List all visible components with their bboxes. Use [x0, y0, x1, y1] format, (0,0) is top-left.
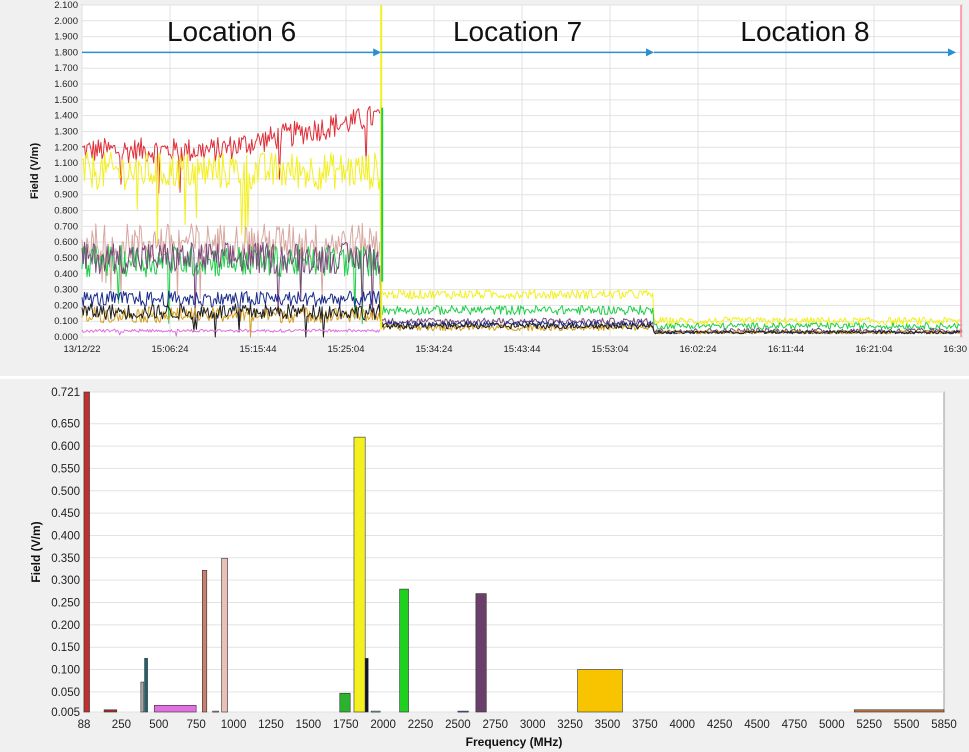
chart-b-bar [140, 681, 145, 713]
chart-a-y-tick-label: 0.600 [54, 237, 78, 248]
chart-a-y-axis-label: Field (V/m) [29, 143, 41, 200]
chart-a-y-tick-label: 1.100 [54, 158, 78, 169]
chart-a-x-tick-label: 15:25:04 [328, 344, 365, 355]
chart-b-x-axis-label: Frequency (MHz) [466, 735, 563, 749]
chart-b-y-tick-label: 0.100 [51, 665, 80, 677]
chart-b-x-tick-label: 4250 [707, 719, 733, 731]
chart-a-x-tick-label: 15:53:04 [592, 344, 629, 355]
chart-b-bar [577, 669, 623, 713]
chart-a-x-tick-label: 16:11:44 [768, 344, 804, 355]
chart-b-x-tick-label: 4000 [669, 719, 695, 731]
chart-b-y-tick-label: 0.400 [51, 530, 80, 542]
chart-b-y-tick-label: 0.300 [51, 575, 80, 587]
chart-a-y-tick-label: 0.500 [54, 253, 78, 264]
chart-b-x-tick-label: 4500 [744, 719, 770, 731]
chart-b-y-tick-label: 0.050 [51, 687, 80, 699]
chart-b-x-tick-label: 3250 [557, 719, 583, 731]
chart-b-bar [144, 658, 148, 713]
chart-b-x-tick-label: 3000 [520, 719, 546, 731]
chart-b-bar [475, 593, 487, 713]
chart-b-bar [399, 588, 409, 713]
chart-b-x-tick-label: 5000 [819, 719, 845, 731]
chart-b-bar [202, 570, 208, 713]
chart-a-x-tick-label: 16:21:04 [856, 344, 893, 355]
chart-a-x-tick-label: 15:34:24 [416, 344, 453, 355]
chart-b-y-tick-label: 0.150 [51, 642, 80, 654]
chart-b-bar [364, 658, 369, 713]
chart-b-bar [339, 692, 351, 713]
chart-b-y-tick-label: 0.250 [51, 598, 80, 610]
chart-b-bar [83, 391, 90, 713]
chart-b-bar [353, 436, 366, 713]
chart-a-y-tick-label: 1.400 [54, 111, 78, 122]
chart-a-y-tick-label: 1.000 [54, 174, 78, 185]
chart-b-plot-area [83, 391, 945, 713]
chart-b-x-tick-label: 2750 [483, 719, 509, 731]
chart-a-location-label: Location 7 [453, 16, 582, 47]
chart-b-y-tick-label: 0.350 [51, 553, 80, 565]
chart-a-y-tick-label: 1.600 [54, 79, 78, 90]
chart-a-x-tick-label: 16:30 [943, 344, 967, 355]
chart-a-time-series: 0.000 0.100 0.200 0.300 0.400 0.500 0.600 0.700… [0, 0, 969, 752]
chart-a-y-tick-label: 0.400 [54, 269, 78, 280]
chart-b-bar [153, 704, 197, 713]
chart-b-x-tick-label: 3750 [632, 719, 658, 731]
chart-a-location-label: Location 8 [740, 16, 869, 47]
chart-b-bar [212, 710, 219, 713]
chart-b-x-tick-label: 4750 [782, 719, 808, 731]
chart-a-y-tick-label: 0.300 [54, 285, 78, 296]
chart-b-x-tick-label: 5250 [856, 719, 882, 731]
chart-a-y-tick-label: 0.000 [54, 332, 78, 343]
chart-b-y-tick-label: 0.550 [51, 463, 80, 475]
chart-b-x-tick-label: 1000 [221, 719, 247, 731]
chart-b-x-tick-label: 2500 [445, 719, 471, 731]
chart-a-y-tick-label: 1.300 [54, 126, 78, 137]
chart-a-y-tick-label: 2.000 [54, 16, 78, 27]
chart-b-bar [457, 710, 469, 713]
chart-b-x-tick-label: 5850 [931, 719, 957, 731]
chart-a-x-tick-label: 15:43:44 [504, 344, 541, 355]
chart-a-x-tick-label: 15:15:44 [240, 344, 277, 355]
chart-b-y-axis-label: Field (V/m) [29, 521, 43, 582]
chart-b-x-tick-label: 3500 [595, 719, 621, 731]
chart-b-y-tick-label: 0.500 [51, 486, 80, 498]
chart-a-y-tick-label: 1.700 [54, 63, 78, 74]
chart-a-y-tick-label: 0.900 [54, 190, 78, 201]
chart-a-y-tick-label: 1.500 [54, 95, 78, 106]
chart-a-y-tick-label: 0.700 [54, 221, 78, 232]
chart-b-y-tick-label: 0.200 [51, 620, 80, 632]
chart-b-y-tick-label: 0.450 [51, 508, 80, 520]
chart-b-y-tick-label: 0.005 [51, 707, 80, 719]
chart-b-x-tick-label: 1500 [296, 719, 322, 731]
chart-b-y-tick-label: 0.650 [51, 419, 80, 431]
chart-a-y-tick-label: 1.200 [54, 142, 78, 153]
chart-b-x-tick-label: 2000 [370, 719, 396, 731]
chart-a-y-tick-label: 0.800 [54, 206, 78, 217]
chart-b-x-tick-label: 2250 [408, 719, 434, 731]
chart-b-bar [221, 557, 228, 713]
chart-a-location-label: Location 6 [167, 16, 296, 47]
chart-b-x-tick-label: 1250 [258, 719, 284, 731]
chart-b-bar [853, 709, 945, 713]
chart-b-bar [103, 709, 118, 713]
chart-a-x-tick-label: 15:06:24 [152, 344, 189, 355]
chart-a-y-tick-label: 0.100 [54, 316, 78, 327]
chart-b-y-tick-label: 0.721 [51, 387, 80, 399]
chart-b-y-tick-label: 0.600 [51, 441, 80, 453]
chart-a-y-tick-label: 0.200 [54, 300, 78, 311]
chart-a-y-tick-label: 1.800 [54, 47, 78, 58]
chart-b-x-tick-label: 1750 [333, 719, 359, 731]
chart-a-y-tick-label: 1.900 [54, 32, 78, 43]
chart-b-bar [370, 710, 381, 713]
chart-a-y-tick-label: 2.100 [54, 0, 78, 11]
chart-b-x-tick-label: 500 [149, 719, 168, 731]
chart-b-x-tick-label: 5500 [894, 719, 920, 731]
chart-b-x-tick-label: 250 [112, 719, 131, 731]
chart-a-x-tick-label: 13/12/22 [64, 344, 101, 355]
chart-b-x-tick-label: 88 [78, 719, 91, 731]
chart-b-x-tick-label: 750 [187, 719, 206, 731]
chart-a-x-tick-label: 16:02:24 [680, 344, 717, 355]
